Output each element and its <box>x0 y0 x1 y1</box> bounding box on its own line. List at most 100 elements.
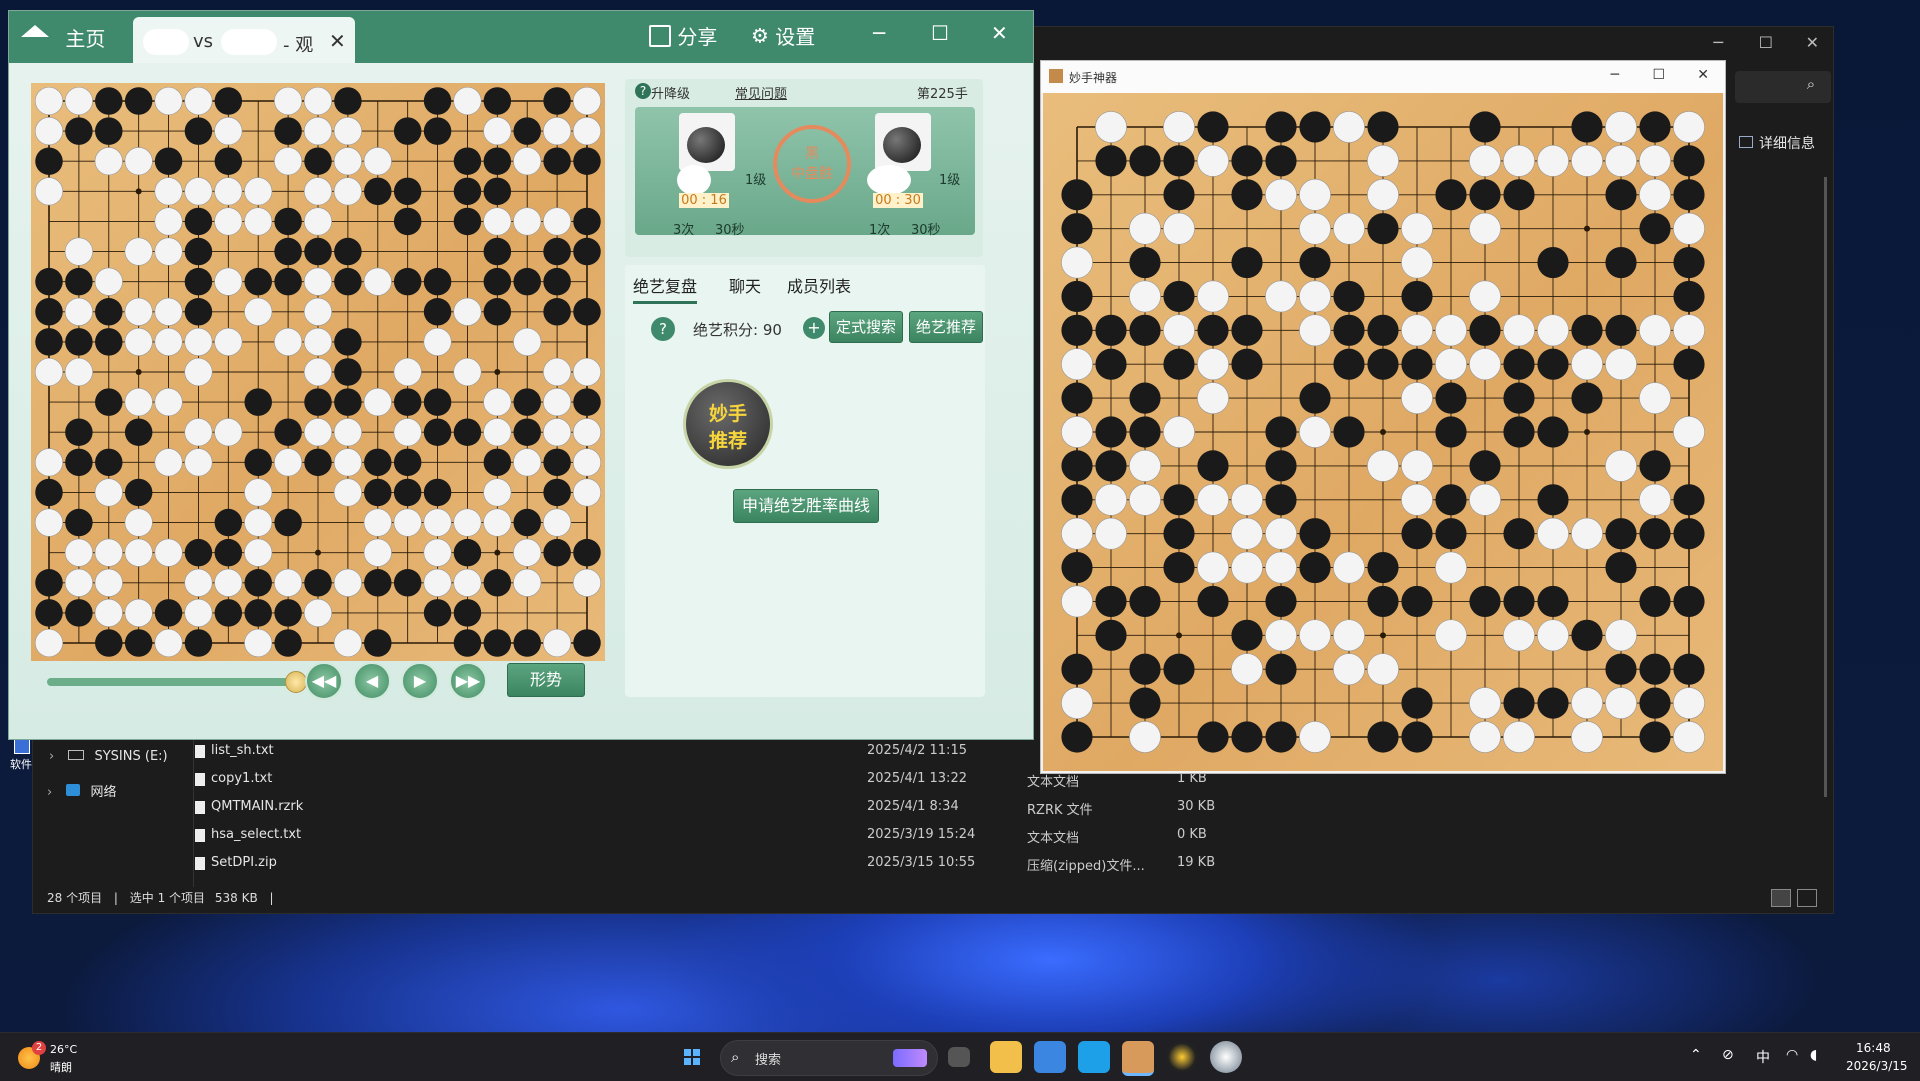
black-stone <box>1197 314 1229 346</box>
start-icon[interactable] <box>676 1041 708 1073</box>
taskbar-search[interactable]: ⌕ 搜索 <box>720 1040 938 1076</box>
black-stone <box>543 538 571 567</box>
white-stone <box>94 568 123 597</box>
task-view-icon[interactable] <box>948 1047 970 1067</box>
black-stone <box>1197 585 1229 618</box>
add-icon[interactable]: + <box>803 317 825 339</box>
tab-ai-review[interactable]: 绝艺复盘 <box>633 273 698 304</box>
white-stone <box>303 297 333 326</box>
prev-move-button[interactable]: ◀ <box>353 662 391 700</box>
black-stone <box>1673 179 1705 211</box>
white-stone <box>1061 246 1093 279</box>
details-pane-button[interactable]: 详细信息 <box>1739 133 1815 153</box>
tab-game[interactable]: vs - 观 ✕ <box>133 17 355 63</box>
slider-knob[interactable] <box>285 671 307 693</box>
search-box[interactable]: ⌕ <box>1735 71 1831 103</box>
black-stone <box>334 87 362 115</box>
clock-time[interactable]: 16:48 <box>1856 1041 1891 1055</box>
black-stone <box>1469 450 1501 482</box>
chevron-up-icon[interactable]: ⌃ <box>1690 1047 1702 1063</box>
white-stone <box>1469 483 1501 516</box>
maximize-icon[interactable]: ☐ <box>1759 33 1773 52</box>
scrollbar[interactable] <box>1824 177 1827 797</box>
white-stone <box>1571 348 1603 381</box>
white-stone <box>214 267 243 296</box>
expand-chevron-icon[interactable]: › <box>47 785 52 800</box>
white-stone <box>1639 144 1671 177</box>
share-button[interactable]: 分享 <box>649 21 717 50</box>
expand-chevron-icon[interactable]: › <box>49 749 54 764</box>
white-stone <box>1129 721 1161 753</box>
network-off-icon[interactable]: ⊘ <box>1722 1047 1734 1063</box>
minimize-icon[interactable]: ─ <box>873 21 885 45</box>
go-board[interactable] <box>31 83 605 661</box>
miaoshou-recommend-button[interactable]: 妙手 推荐 <box>683 379 773 469</box>
nav-item-network[interactable]: › 网络 <box>47 781 117 800</box>
black-stone <box>1401 721 1433 753</box>
go-board-grid[interactable] <box>31 83 605 661</box>
white-stone <box>94 267 123 296</box>
black-stone <box>1605 551 1637 584</box>
help-icon[interactable]: ? <box>635 83 651 99</box>
close-icon[interactable]: ✕ <box>991 21 1008 45</box>
app-icon-dark[interactable] <box>1166 1041 1198 1073</box>
white-stone <box>1299 314 1331 347</box>
taskbar: 2 26°C 晴朗 ⌕ 搜索 ⌃ ⊘ 中 ◠ ◖ 16:48 2026/3/15 <box>0 1032 1920 1081</box>
next-move-button[interactable]: ▶ <box>401 662 439 700</box>
wifi-icon[interactable]: ◠ <box>1786 1047 1798 1063</box>
minimize-icon[interactable]: ─ <box>1713 33 1723 52</box>
file-row[interactable]: QMTMAIN.rzrk 2025/4/1 8:34 RZRK 文件 30 KB <box>195 797 1215 823</box>
white-stone <box>1401 483 1433 516</box>
white-stone <box>1367 449 1399 482</box>
tab-home[interactable]: 主页 <box>21 21 105 57</box>
store-icon[interactable] <box>1034 1041 1066 1073</box>
black-stone <box>214 538 243 567</box>
black-stone <box>1095 416 1127 448</box>
white-stone <box>483 478 512 507</box>
app-icon-blue[interactable] <box>1078 1041 1110 1073</box>
black-stone <box>1605 246 1637 279</box>
settings-button[interactable]: ⚙ 设置 <box>751 21 815 50</box>
minimize-icon[interactable]: ─ <box>1611 67 1619 83</box>
tiles-view-button[interactable] <box>1797 889 1817 907</box>
apply-curve-button[interactable]: 申请绝艺胜率曲线 <box>733 489 879 523</box>
joseki-search-button[interactable]: 定式搜索 <box>829 311 903 343</box>
help-icon[interactable]: ? <box>651 317 675 341</box>
volume-icon[interactable]: ◖ <box>1810 1047 1817 1063</box>
black-stone <box>1231 246 1263 279</box>
move-slider[interactable] <box>47 671 307 693</box>
ime-indicator[interactable]: 中 <box>1756 1047 1770 1067</box>
miaoshou-board[interactable] <box>1043 93 1723 771</box>
close-icon[interactable]: ✕ <box>1697 67 1709 83</box>
white-stone <box>453 568 482 597</box>
maximize-icon[interactable]: ☐ <box>1652 67 1665 83</box>
white-stone <box>184 448 213 477</box>
weather-widget[interactable]: 2 26°C 晴朗 <box>18 1041 98 1075</box>
nav-item-drive[interactable]: › SYSINS (E:) <box>49 749 168 764</box>
tab-chat[interactable]: 聊天 <box>729 273 761 297</box>
close-icon[interactable]: ✕ <box>1806 33 1819 52</box>
details-view-button[interactable] <box>1771 889 1791 907</box>
go-client-taskbar-icon[interactable] <box>1122 1041 1154 1076</box>
ai-recommend-button[interactable]: 绝艺推荐 <box>909 311 983 343</box>
file-explorer-icon[interactable] <box>990 1041 1022 1073</box>
maximize-icon[interactable]: ☐ <box>931 21 949 45</box>
first-move-button[interactable]: ◀◀ <box>305 662 343 700</box>
close-tab-icon[interactable]: ✕ <box>329 29 346 53</box>
file-row[interactable]: SetDPI.zip 2025/3/15 10:55 压缩(zipped)文件...… <box>195 853 1215 879</box>
desktop-shortcut[interactable]: 软件 <box>10 738 32 772</box>
miaoshou-board-grid[interactable] <box>1043 93 1723 771</box>
black-stone <box>1265 653 1297 685</box>
clock-date[interactable]: 2026/3/15 <box>1846 1059 1908 1073</box>
black-stone <box>483 448 512 477</box>
tab-members[interactable]: 成员列表 <box>787 273 851 297</box>
last-move-button[interactable]: ▶▶ <box>449 662 487 700</box>
white-stone <box>1469 721 1501 753</box>
miaoshou-taskbar-icon[interactable] <box>1210 1041 1242 1073</box>
white-stone <box>1673 314 1705 347</box>
white-stone <box>303 207 333 236</box>
situation-button[interactable]: 形势 <box>507 663 585 697</box>
white-stone <box>453 508 482 537</box>
search-icon[interactable]: ⌕ <box>1799 75 1823 99</box>
file-row[interactable]: hsa_select.txt 2025/3/19 15:24 文本文档 0 KB <box>195 825 1211 851</box>
